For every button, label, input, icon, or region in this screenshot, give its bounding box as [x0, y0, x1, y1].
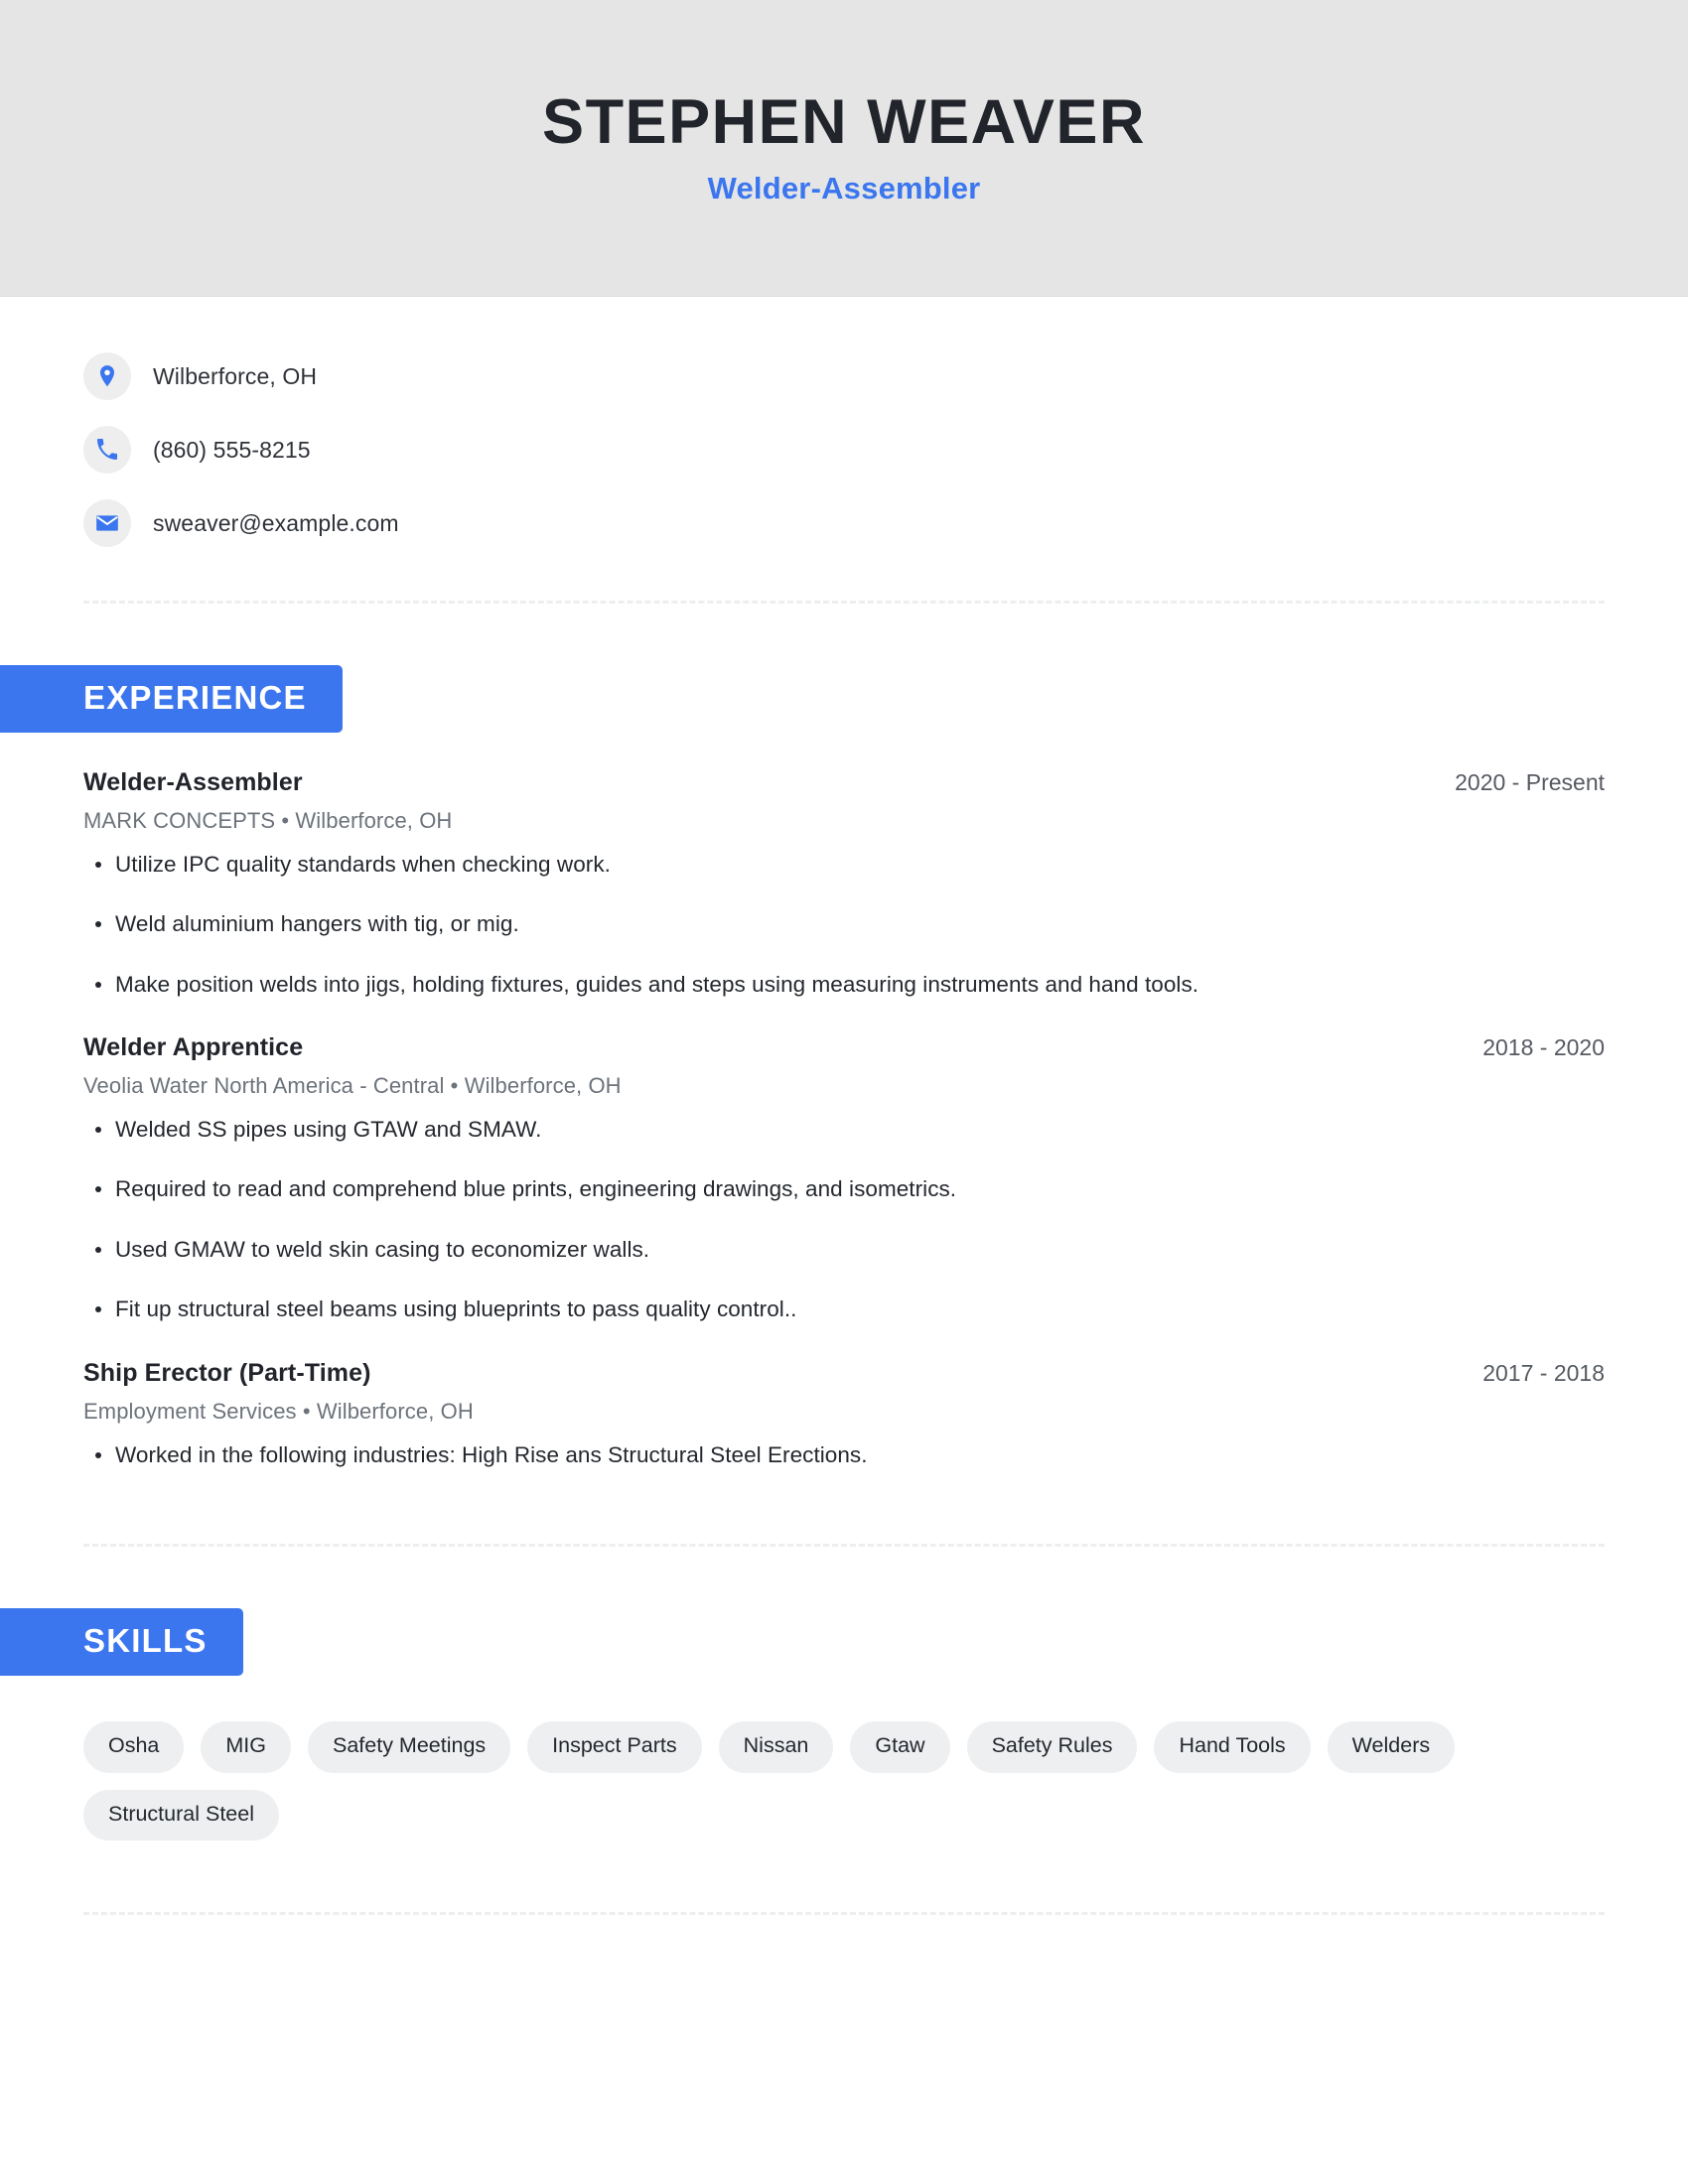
- location-pin-icon: [83, 352, 131, 400]
- divider-contact: [0, 601, 1688, 604]
- skill-chip: Inspect Parts: [527, 1720, 702, 1773]
- experience-role: Welder-Assembler: [83, 767, 303, 796]
- experience-item: Ship Erector (Part-Time) 2017 - 2018 Emp…: [83, 1359, 1605, 1470]
- skill-chip: Safety Rules: [966, 1720, 1138, 1773]
- skill-chip: MIG: [201, 1720, 291, 1773]
- experience-item-head: Welder Apprentice 2018 - 2020: [83, 1033, 1605, 1062]
- experience-section: EXPERIENCE Welder-Assembler 2020 - Prese…: [0, 665, 1688, 1470]
- envelope-icon: [83, 499, 131, 547]
- page-title: STEPHEN WEAVER: [542, 86, 1146, 157]
- contact-email-text: sweaver@example.com: [153, 509, 399, 536]
- divider-skills: [0, 1912, 1688, 1916]
- experience-bullet: Welded SS pipes using GTAW and SMAW.: [83, 1115, 1605, 1145]
- header-job-title: Welder-Assembler: [707, 171, 981, 206]
- contact-section: Wilberforce, OH (860) 555-8215 sweaver@e…: [0, 297, 1688, 551]
- skill-chip: Structural Steel: [83, 1789, 279, 1842]
- skill-chip: Safety Meetings: [308, 1720, 511, 1773]
- section-heading-skills: SKILLS: [0, 1607, 243, 1676]
- experience-dates: 2017 - 2018: [1482, 1359, 1605, 1386]
- experience-bullet: Make position welds into jigs, holding f…: [83, 970, 1605, 1000]
- experience-bullets: Welded SS pipes using GTAW and SMAW. Req…: [83, 1115, 1605, 1325]
- experience-item: Welder-Assembler 2020 - Present MARK CON…: [83, 768, 1605, 1000]
- section-heading-experience: EXPERIENCE: [0, 665, 343, 733]
- skill-chip: Gtaw: [850, 1720, 950, 1773]
- experience-bullets: Worked in the following industries: High…: [83, 1440, 1605, 1470]
- experience-company-location: MARK CONCEPTS • Wilberforce, OH: [83, 807, 453, 833]
- skill-chip: Welders: [1327, 1720, 1456, 1773]
- contact-location-text: Wilberforce, OH: [153, 362, 318, 389]
- skills-section: SKILLS Osha MIG Safety Meetings Inspect …: [0, 1607, 1688, 1842]
- skill-chip: Nissan: [718, 1720, 834, 1773]
- phone-icon: [83, 426, 131, 474]
- experience-item: Welder Apprentice 2018 - 2020 Veolia Wat…: [83, 1033, 1605, 1325]
- experience-bullet: Used GMAW to weld skin casing to economi…: [83, 1235, 1605, 1265]
- experience-company-location: Employment Services • Wilberforce, OH: [83, 1398, 474, 1424]
- experience-dates: 2018 - 2020: [1482, 1034, 1605, 1061]
- contact-phone-text: (860) 555-8215: [153, 436, 311, 463]
- skill-chip: Hand Tools: [1154, 1720, 1311, 1773]
- skills-list: Osha MIG Safety Meetings Inspect Parts N…: [0, 1720, 1688, 1842]
- experience-bullet: Worked in the following industries: High…: [83, 1440, 1605, 1470]
- experience-bullet: Fit up structural steel beams using blue…: [83, 1295, 1605, 1324]
- resume-page: STEPHEN WEAVER Welder-Assembler Wilberfo…: [0, 0, 1688, 2184]
- skill-chip: Osha: [83, 1720, 185, 1773]
- experience-bullets: Utilize IPC quality standards when check…: [83, 850, 1605, 1000]
- contact-item-phone: (860) 555-8215: [83, 422, 1605, 478]
- contact-item-location: Wilberforce, OH: [83, 348, 1605, 404]
- experience-list: Welder-Assembler 2020 - Present MARK CON…: [0, 768, 1688, 1470]
- contact-item-email: sweaver@example.com: [83, 495, 1605, 551]
- resume-header: STEPHEN WEAVER Welder-Assembler: [0, 0, 1688, 297]
- contact-list: Wilberforce, OH (860) 555-8215 sweaver@e…: [83, 297, 1605, 551]
- experience-item-head: Ship Erector (Part-Time) 2017 - 2018: [83, 1359, 1605, 1388]
- experience-item-head: Welder-Assembler 2020 - Present: [83, 768, 1605, 797]
- experience-bullet: Required to read and comprehend blue pri…: [83, 1174, 1605, 1204]
- experience-bullet: Weld aluminium hangers with tig, or mig.: [83, 909, 1605, 939]
- experience-bullet: Utilize IPC quality standards when check…: [83, 850, 1605, 880]
- skills-chip-group: Osha MIG Safety Meetings Inspect Parts N…: [83, 1720, 1533, 1842]
- divider-experience: [0, 1543, 1688, 1547]
- experience-dates: 2020 - Present: [1455, 768, 1605, 795]
- experience-role: Welder Apprentice: [83, 1033, 304, 1062]
- experience-company-location: Veolia Water North America - Central • W…: [83, 1073, 622, 1099]
- experience-role: Ship Erector (Part-Time): [83, 1358, 371, 1387]
